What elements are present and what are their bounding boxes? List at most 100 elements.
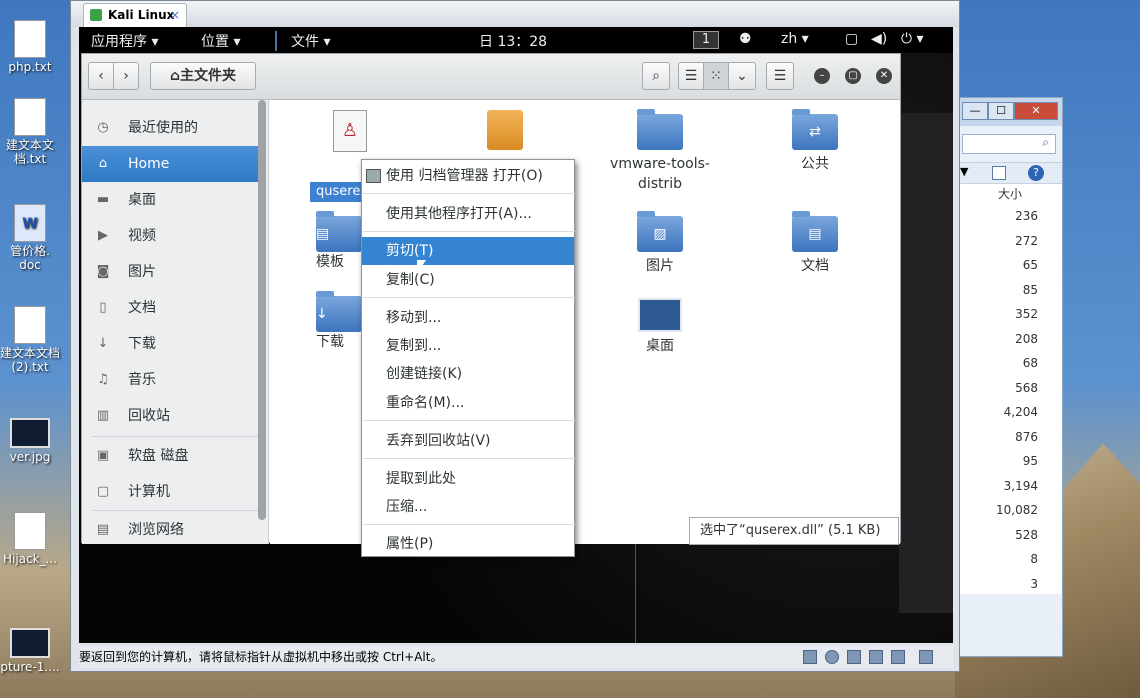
sidebar-item-recent[interactable]: ◷ 最近使用的 (82, 110, 258, 146)
size-cell: 568 (1015, 380, 1038, 395)
window-icon[interactable]: ▢ (845, 31, 858, 47)
desktop-icon[interactable]: Hijack_... (0, 512, 60, 566)
file-label: 图片 (646, 258, 674, 274)
sound-card-icon[interactable] (891, 650, 905, 664)
file-item-downloads[interactable]: ↓ 下载 (290, 291, 370, 352)
package-icon (487, 110, 523, 150)
menu-item-properties[interactable]: 属性(P) (362, 530, 574, 558)
network-icon: ▤ (96, 522, 110, 537)
desktop-icon[interactable]: ver.jpg (0, 418, 60, 464)
menu-separator (363, 193, 575, 194)
size-cell: 4,204 (1003, 405, 1038, 419)
view-options-button[interactable]: ⌄ (728, 62, 756, 90)
dropdown-arrow-icon[interactable]: ▼ (960, 165, 968, 178)
sidebar-item-computer[interactable]: ▢ 计算机 (82, 474, 258, 510)
guest-screen[interactable]: 应用程序 ▾ 位置 ▾ 文件 ▾ 日 13：28 1 ⚉ zh ▾ ▢ ◀) ⏻… (79, 27, 953, 643)
network-adapter-icon[interactable] (847, 650, 861, 664)
desktop-icon[interactable]: W 管价格. doc (0, 204, 60, 272)
size-cell: 95 (1022, 454, 1038, 468)
file-item-documents[interactable]: ▤ 文档 (755, 211, 875, 276)
menu-item-rename[interactable]: 重命名(M)... (362, 389, 574, 417)
sidebar-scrollbar[interactable] (258, 100, 266, 520)
tab-close-icon[interactable]: × (170, 4, 180, 26)
size-cell: 10,082 (996, 503, 1038, 517)
menu-item-compress[interactable]: 压缩... (362, 493, 574, 521)
close-icon[interactable]: ✕ (876, 68, 892, 84)
path-home-button[interactable]: ⌂主文件夹 (150, 62, 256, 90)
window-titlebar[interactable]: — ☐ ✕ (956, 98, 1062, 126)
workspace-indicator[interactable]: 1 (693, 31, 719, 49)
desktop-icon[interactable]: pture-1.... (0, 628, 60, 674)
maximize-button[interactable]: ☐ (988, 102, 1014, 120)
mouse-cursor-icon (417, 260, 426, 274)
maximize-icon[interactable]: ▢ (845, 68, 861, 84)
places-sidebar[interactable]: ◷ 最近使用的 ⌂ Home ▬ 桌面 ▶ 视频 ◙ 图片 ▯ 文档 ↓ 下载 ♫ 音乐 ▥ 回收… (82, 100, 269, 544)
preview-pane-icon[interactable] (992, 166, 1006, 180)
menu-button[interactable]: ☰ (766, 62, 794, 90)
files-menu[interactable]: 文件 ▾ (275, 31, 330, 51)
menu-item-extract-here[interactable]: 提取到此处 (362, 465, 574, 493)
close-button[interactable]: ✕ (1014, 102, 1058, 120)
grid-view-button[interactable]: ⁙ (703, 62, 729, 90)
sidebar-item-floppy[interactable]: ▣ 软盘 磁盘 (82, 438, 258, 474)
file-item-desktop[interactable]: 桌面 (600, 298, 720, 356)
clock[interactable]: 日 13：28 (479, 31, 547, 51)
context-menu[interactable]: 使用 归档管理器 打开(O) 使用其他程序打开(A)... 剪切(T) 复制(C… (361, 159, 575, 557)
menu-item-copy-to[interactable]: 复制到... (362, 332, 574, 360)
applications-menu[interactable]: 应用程序 ▾ (91, 31, 158, 51)
sidebar-item-home[interactable]: ⌂ Home (82, 146, 258, 182)
file-item-quserex[interactable]: ♙ (290, 110, 410, 156)
desktop-icon[interactable]: 建文本文 档.txt (0, 98, 60, 166)
menu-item-move-to[interactable]: 移动到... (362, 304, 574, 332)
search-button[interactable]: ⌕ (642, 62, 670, 90)
menu-item-trash[interactable]: 丢弃到回收站(V) (362, 427, 574, 455)
sidebar-item-documents[interactable]: ▯ 文档 (82, 290, 258, 326)
file-item-package[interactable] (445, 110, 565, 154)
volume-icon[interactable]: ◀) (871, 31, 887, 47)
file-item-templates[interactable]: ▤ 模板 (290, 211, 370, 272)
sidebar-item-desktop[interactable]: ▬ 桌面 (82, 182, 258, 218)
minimize-button[interactable]: — (962, 102, 988, 120)
search-input[interactable]: ⌕ (962, 134, 1056, 154)
menu-item-cut[interactable]: 剪切(T) (362, 237, 574, 265)
file-list[interactable]: 大小 236 272 65 85 352 208 68 568 4,204 87… (956, 184, 1062, 594)
menu-item-open-with[interactable]: 使用其他程序打开(A)... (362, 200, 574, 228)
people-icon[interactable]: ⚉ (739, 31, 752, 47)
column-header-size[interactable]: 大小 (956, 184, 1062, 204)
hard-disk-icon[interactable] (803, 650, 817, 664)
file-item-pictures[interactable]: ▨ 图片 (600, 211, 720, 276)
menu-item-label: 丢弃到回收站(V) (386, 433, 491, 449)
message-icon[interactable] (919, 650, 933, 664)
help-icon[interactable]: ? (1028, 165, 1044, 181)
file-item-public[interactable]: ⇄ 公共 (755, 109, 875, 174)
cd-rom-icon[interactable] (825, 650, 839, 664)
hamburger-icon: ☰ (773, 68, 787, 84)
sidebar-item-label: 回收站 (128, 408, 170, 424)
forward-button[interactable]: › (113, 62, 139, 90)
back-button[interactable]: ‹ (88, 62, 114, 90)
menu-item-open-archive[interactable]: 使用 归档管理器 打开(O) (362, 162, 574, 190)
sidebar-item-videos[interactable]: ▶ 视频 (82, 218, 258, 254)
menu-item-label: 复制(C) (386, 272, 435, 288)
background-explorer-window[interactable]: — ☐ ✕ ⌕ ▼ ? 大小 236 272 65 85 352 208 68 … (955, 97, 1063, 657)
desktop-icon[interactable]: php.txt (0, 20, 60, 74)
sidebar-item-music[interactable]: ♫ 音乐 (82, 362, 258, 398)
desktop-icon-label: 管价格. doc (10, 244, 50, 272)
list-view-button[interactable]: ☰ (678, 62, 704, 90)
minimize-icon[interactable]: – (814, 68, 830, 84)
tab-kali-linux[interactable]: Kali Linux × (83, 3, 187, 27)
file-item-vmware-tools[interactable]: vmware-tools- distrib (600, 109, 720, 194)
sidebar-item-network[interactable]: ▤ 浏览网络 (82, 512, 258, 548)
printer-icon[interactable] (869, 650, 883, 664)
desktop-icon[interactable]: 建文本文档 (2).txt (0, 306, 60, 374)
sidebar-item-trash[interactable]: ▥ 回收站 (82, 398, 258, 434)
camera-icon: ◙ (96, 264, 110, 279)
power-icon[interactable]: ⏻ ▾ (901, 31, 924, 47)
places-menu[interactable]: 位置 ▾ (201, 31, 240, 51)
menu-item-copy[interactable]: 复制(C) (362, 266, 574, 294)
sidebar-item-pictures[interactable]: ◙ 图片 (82, 254, 258, 290)
sidebar-item-downloads[interactable]: ↓ 下载 (82, 326, 258, 362)
menu-item-make-link[interactable]: 创建链接(K) (362, 360, 574, 388)
vm-player-window[interactable]: Kali Linux × 应用程序 ▾ 位置 ▾ 文件 ▾ 日 13：28 1 … (70, 0, 960, 672)
language-menu[interactable]: zh ▾ (781, 31, 809, 47)
